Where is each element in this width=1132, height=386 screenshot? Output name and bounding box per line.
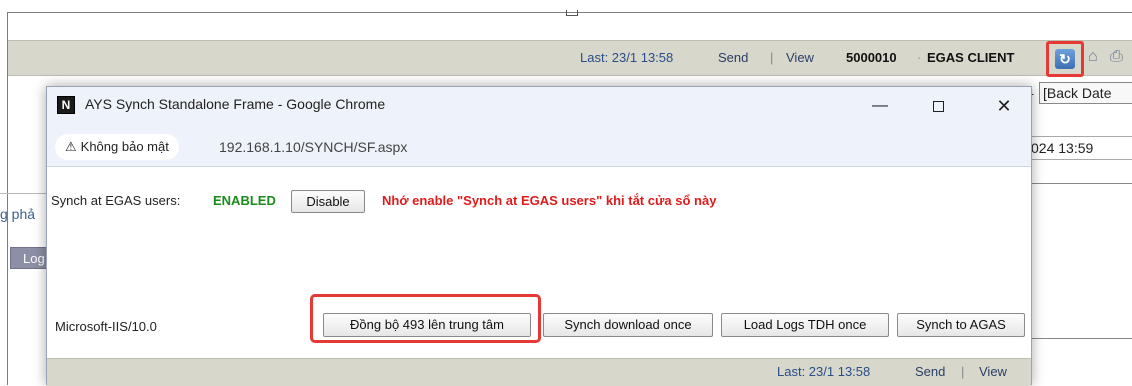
synch-to-agas-button[interactable]: Synch to AGAS [897, 313, 1025, 337]
url-text[interactable]: 192.168.1.10/SYNCH/SF.aspx [219, 139, 407, 155]
address-bar: ⚠ Không bảo mật 192.168.1.10/SYNCH/SF.asp… [47, 127, 1031, 167]
minimize-button[interactable]: — [857, 89, 903, 123]
close-icon: ✕ [996, 96, 1012, 116]
last-sync-text: Last: 23/1 13:58 [777, 364, 871, 379]
app-logo-icon: N [57, 96, 75, 114]
security-label: Không bảo mật [80, 139, 169, 154]
synch-status: ENABLED [213, 193, 276, 208]
client-name: EGAS CLIENT [927, 50, 1015, 65]
date-field[interactable]: 024 13:59 [1030, 136, 1132, 160]
synch-download-button[interactable]: Synch download once [543, 313, 713, 337]
popup-footer-bar: Last: 23/1 13:58 Send | View [47, 358, 1031, 386]
maximize-button[interactable] [915, 89, 961, 123]
send-link[interactable]: Send [718, 50, 748, 65]
sync-to-center-button[interactable]: Đồng bộ 493 lên trung tâm [323, 313, 531, 337]
maximize-icon [932, 101, 944, 112]
send-link[interactable]: Send [915, 364, 945, 379]
link-separator: | [770, 50, 774, 65]
synch-label: Synch at EGAS users: [51, 193, 181, 208]
background-top-area [0, 0, 1132, 40]
view-link[interactable]: View [979, 364, 1007, 379]
back-date-field[interactable]: [Back Date [1039, 82, 1132, 104]
client-id: 5000010 [846, 50, 897, 65]
close-button[interactable]: ✕ [981, 89, 1027, 123]
background-left-text: g phả [0, 206, 36, 222]
background-divider [0, 193, 50, 194]
refresh-icon: ↻ [1055, 49, 1075, 69]
load-logs-button[interactable]: Load Logs TDH once [721, 313, 889, 337]
link-separator: | [961, 364, 965, 379]
print-icon[interactable]: ⎙ [1110, 48, 1132, 68]
last-sync-text: Last: 23/1 13:58 [580, 50, 674, 65]
disable-button[interactable]: Disable [291, 190, 365, 213]
client-separator: · [917, 50, 922, 65]
view-link[interactable]: View [786, 50, 814, 65]
background-divider [1030, 183, 1132, 184]
server-label: Microsoft-IIS/10.0 [55, 319, 157, 334]
synch-popup-window: N AYS Synch Standalone Frame - Google Ch… [46, 86, 1032, 386]
window-title: AYS Synch Standalone Frame - Google Chro… [85, 96, 386, 112]
refresh-button[interactable]: ↻ [1046, 41, 1084, 77]
popup-content: Synch at EGAS users: ENABLED Disable Nhớ… [47, 168, 1031, 358]
reminder-text: Nhớ enable "Synch at EGAS users" khi tắt… [382, 193, 717, 208]
home-icon[interactable]: ⌂ [1088, 48, 1108, 68]
minimize-icon: — [872, 97, 888, 114]
background-log-tab[interactable]: Log [10, 247, 50, 269]
background-tick-mark [566, 10, 578, 16]
background-divider [1030, 338, 1132, 339]
window-titlebar[interactable]: N AYS Synch Standalone Frame - Google Ch… [47, 87, 1031, 127]
security-indicator[interactable]: ⚠ Không bảo mật [55, 134, 179, 160]
warning-icon: ⚠ [65, 139, 77, 154]
